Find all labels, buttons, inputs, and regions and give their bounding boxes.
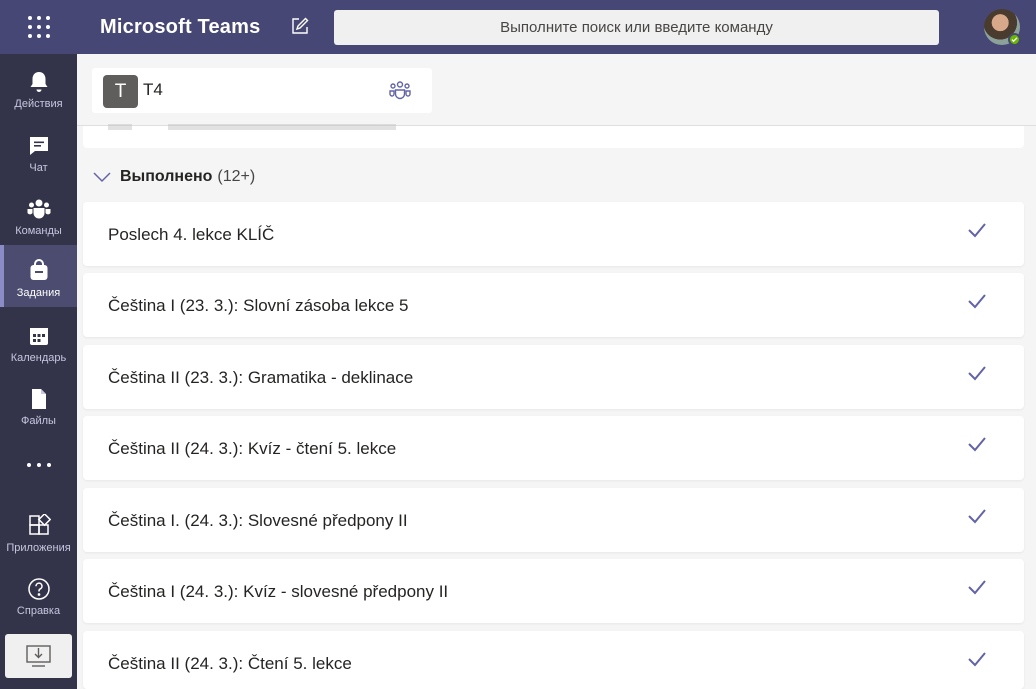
- assignment-title: Poslech 4. lekce KLÍČ: [108, 225, 275, 244]
- bell-icon: [30, 72, 48, 92]
- search-input[interactable]: Выполните поиск или введите команду: [334, 10, 939, 45]
- checkmark-icon: [968, 366, 986, 381]
- app-title: Microsoft Teams: [100, 16, 261, 38]
- rail-item-calendar[interactable]: Календарь: [0, 314, 77, 376]
- section-title: Выполнено: [120, 168, 213, 185]
- rail-item-label: Календарь: [10, 352, 67, 364]
- teams-icon: [27, 199, 51, 219]
- new-chat-icon[interactable]: [290, 16, 312, 38]
- chevron-down-icon: [93, 172, 111, 183]
- team-selector[interactable]: T T4: [92, 68, 432, 113]
- rail-item-files[interactable]: Файлы: [0, 377, 77, 439]
- checkmark-icon: [968, 294, 986, 309]
- download-icon: [26, 645, 51, 667]
- partial-assignment-card: [83, 124, 1024, 148]
- download-app-button[interactable]: [5, 634, 72, 678]
- presence-available-icon: [1008, 33, 1021, 46]
- apps-icon: [29, 514, 51, 535]
- more-apps-icon[interactable]: [25, 460, 53, 470]
- team-avatar: T: [103, 75, 138, 108]
- rail-item-label: Приложения: [6, 542, 71, 554]
- assignment-card[interactable]: Čeština I (24. 3.): Kvíz - slovesné před…: [83, 559, 1024, 623]
- assignment-title: Čeština II (23. 3.): Gramatika - deklina…: [108, 368, 414, 387]
- completed-section-header[interactable]: Выполнено (12+): [93, 168, 255, 186]
- team-members-icon[interactable]: [389, 80, 411, 100]
- calendar-icon: [30, 328, 48, 345]
- team-header: T T4: [77, 54, 1036, 126]
- assignment-card[interactable]: Čeština II (24. 3.): Čtení 5. lekce: [83, 631, 1024, 689]
- rail-item-teams[interactable]: Команды: [0, 187, 77, 249]
- assignment-title: Čeština I (24. 3.): Kvíz - slovesné před…: [108, 582, 449, 601]
- assignment-card[interactable]: Čeština I. (24. 3.): Slovesné předpony I…: [83, 488, 1024, 552]
- files-icon: [32, 389, 46, 409]
- assignment-title: Čeština II (24. 3.): Kvíz - čtení 5. lek…: [108, 439, 397, 458]
- chat-icon: [30, 137, 48, 155]
- rail-item-label: Задания: [16, 287, 61, 299]
- checkmark-icon: [968, 652, 986, 667]
- rail-item-activity[interactable]: Действия: [0, 60, 77, 122]
- assignment-card[interactable]: Poslech 4. lekce KLÍČ: [83, 202, 1024, 266]
- rail-item-help[interactable]: Справка: [0, 567, 77, 629]
- section-count: (12+): [217, 168, 256, 185]
- checkmark-icon: [968, 580, 986, 595]
- rail-item-label: Чат: [29, 162, 48, 174]
- app-rail: Действия Чат Команды Задания Календарь Ф…: [0, 54, 77, 689]
- rail-item-assignments[interactable]: Задания: [0, 245, 77, 307]
- assignments-icon: [30, 259, 48, 280]
- rail-item-label: Файлы: [21, 415, 56, 427]
- rail-item-chat[interactable]: Чат: [0, 124, 77, 186]
- assignment-title: Čeština I. (24. 3.): Slovesné předpony I…: [108, 511, 408, 530]
- rail-item-apps[interactable]: Приложения: [0, 504, 77, 566]
- checkmark-icon: [968, 223, 986, 238]
- team-name: T4: [143, 80, 163, 99]
- rail-item-label: Действия: [14, 98, 63, 110]
- assignment-card[interactable]: Čeština II (24. 3.): Kvíz - čtení 5. lek…: [83, 416, 1024, 480]
- assignment-title: Čeština I (23. 3.): Slovní zásoba lekce …: [108, 296, 409, 315]
- checkmark-icon: [968, 437, 986, 452]
- checkmark-icon: [968, 509, 986, 524]
- assignment-title: Čeština II (24. 3.): Čtení 5. lekce: [108, 654, 352, 673]
- help-icon: [28, 578, 50, 600]
- app-launcher-icon[interactable]: [28, 16, 50, 38]
- assignment-card[interactable]: Čeština II (23. 3.): Gramatika - deklina…: [83, 345, 1024, 409]
- assignment-card[interactable]: Čeština I (23. 3.): Slovní zásoba lekce …: [83, 273, 1024, 337]
- top-bar: Microsoft Teams Выполните поиск или введ…: [0, 0, 1036, 54]
- rail-item-label: Команды: [15, 225, 62, 237]
- rail-item-label: Справка: [16, 605, 61, 617]
